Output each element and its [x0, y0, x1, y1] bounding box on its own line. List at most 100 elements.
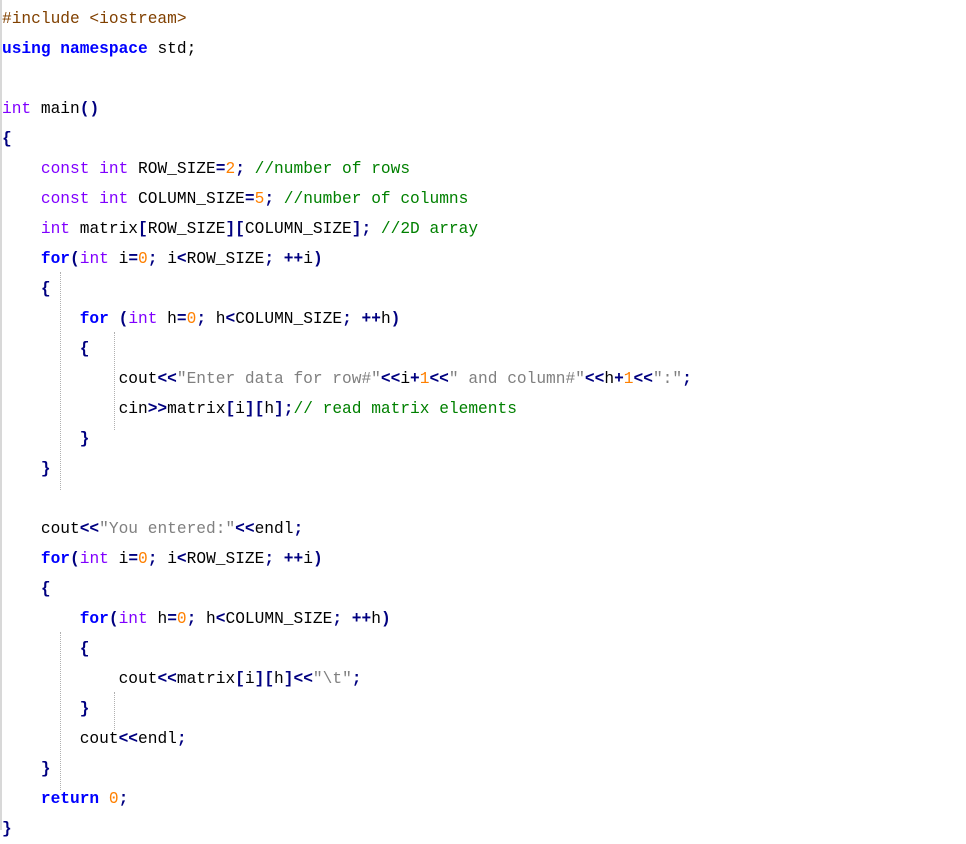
code-token: i [157, 250, 177, 268]
code-token: << [235, 520, 255, 538]
code-token: << [584, 370, 605, 388]
code-line[interactable]: using namespace std; [2, 34, 692, 64]
code-token: int [99, 190, 129, 208]
code-token: ++ [361, 310, 381, 328]
code-token: = [128, 550, 139, 568]
code-line[interactable]: { [2, 634, 692, 664]
code-area[interactable]: #include <iostream> using namespace std; … [2, 4, 692, 844]
code-token: h [147, 610, 168, 628]
code-token: ; [264, 250, 275, 268]
code-line[interactable]: { [2, 274, 692, 304]
code-line[interactable]: int main() [2, 94, 692, 124]
code-token: { [40, 280, 51, 298]
code-line[interactable]: return 0; [2, 784, 692, 814]
code-token: { [40, 580, 51, 598]
code-token: using [2, 40, 51, 58]
code-line[interactable]: #include <iostream> [2, 4, 692, 34]
code-token: ; [351, 670, 362, 688]
code-token: int [99, 160, 129, 178]
code-token: cout [2, 670, 158, 688]
code-token: } [40, 460, 51, 478]
code-token: ( [118, 310, 129, 328]
code-token: ROW_SIZE [186, 250, 265, 268]
code-token: h [206, 310, 226, 328]
code-token: = [215, 160, 226, 178]
code-line[interactable]: cout<<"You entered:"<<endl; [2, 514, 692, 544]
code-token: { [79, 640, 90, 658]
code-line[interactable]: { [2, 334, 692, 364]
code-token: i [157, 550, 177, 568]
code-token: int [2, 100, 32, 118]
code-line[interactable]: } [2, 694, 692, 724]
code-line[interactable]: } [2, 454, 692, 484]
indent-guide [114, 332, 115, 430]
code-token: ; [235, 160, 245, 178]
code-token: ]; [274, 400, 294, 418]
code-line[interactable]: } [2, 754, 692, 784]
code-line[interactable] [2, 64, 692, 94]
code-token: cin [2, 400, 148, 418]
code-token: cout [2, 370, 158, 388]
code-line[interactable]: int matrix[ROW_SIZE][COLUMN_SIZE]; //2D … [2, 214, 692, 244]
code-line[interactable]: for(int h=0; h<COLUMN_SIZE; ++h) [2, 604, 692, 634]
code-token: i [108, 250, 129, 268]
code-token: 2 [225, 160, 236, 178]
code-token: h [604, 370, 615, 388]
code-token: int [128, 310, 158, 328]
code-token: } [40, 760, 51, 778]
code-token: i [303, 250, 313, 268]
indent-guide [60, 632, 61, 790]
code-token: = [167, 610, 177, 628]
code-line[interactable] [2, 484, 692, 514]
code-line[interactable]: for (int h=0; h<COLUMN_SIZE; ++h) [2, 304, 692, 334]
code-token: < [176, 550, 187, 568]
code-line[interactable]: { [2, 124, 692, 154]
code-token: 0 [138, 250, 148, 268]
code-token: } [2, 820, 12, 838]
code-token: ; [342, 310, 352, 328]
code-line[interactable]: cout<<matrix[i][h]<<"\t"; [2, 664, 692, 694]
code-token: < [215, 610, 226, 628]
code-token: 0 [176, 610, 187, 628]
code-line[interactable]: for(int i=0; i<ROW_SIZE; ++i) [2, 244, 692, 274]
code-line[interactable]: const int COLUMN_SIZE=5; //number of col… [2, 184, 692, 214]
code-token: 5 [254, 190, 265, 208]
code-editor[interactable]: #include <iostream> using namespace std; … [0, 0, 966, 838]
code-token: COLUMN_SIZE [235, 310, 343, 328]
code-token: ; [196, 310, 207, 328]
code-token: + [614, 370, 624, 388]
code-token: } [79, 430, 90, 448]
code-token: ROW_SIZE [128, 160, 216, 178]
code-line[interactable]: { [2, 574, 692, 604]
code-token: const [40, 190, 90, 208]
code-token: = [128, 250, 139, 268]
code-line[interactable]: cout<<endl; [2, 724, 692, 754]
code-token: ":" [652, 370, 683, 388]
code-token: ]; [351, 220, 372, 238]
code-token: //2D array [380, 220, 479, 238]
indent-guide [60, 272, 61, 490]
code-token: //number of columns [283, 190, 469, 208]
code-line[interactable]: const int ROW_SIZE=2; //number of rows [2, 154, 692, 184]
code-token: ++ [283, 250, 304, 268]
code-token: 0 [108, 790, 119, 808]
code-line[interactable]: } [2, 424, 692, 454]
code-token: ++ [283, 550, 304, 568]
code-line[interactable]: for(int i=0; i<ROW_SIZE; ++i) [2, 544, 692, 574]
code-token: 1 [623, 370, 634, 388]
code-line[interactable]: } [2, 814, 692, 844]
code-line[interactable]: cin>>matrix[i][h];// read matrix element… [2, 394, 692, 424]
code-line[interactable]: cout<<"Enter data for row#"<<i+1<<" and … [2, 364, 692, 394]
code-token: COLUMN_SIZE [128, 190, 245, 208]
